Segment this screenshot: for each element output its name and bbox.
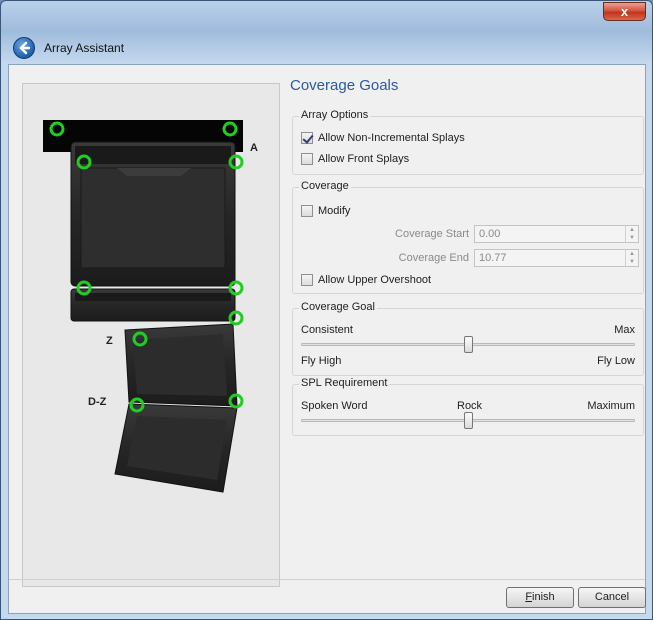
checkbox-label: Allow Non-Incremental Splays — [318, 132, 465, 144]
cabinet-second — [70, 288, 236, 322]
coverage-start-label: Coverage Start — [395, 228, 469, 240]
checkbox-label: Allow Upper Overshoot — [318, 274, 432, 286]
group-title: Coverage — [299, 180, 351, 192]
checkbox-box[interactable] — [301, 132, 313, 144]
cabinet-label-z: Z — [106, 335, 113, 347]
checkbox-box[interactable] — [301, 153, 313, 165]
spin-up-icon[interactable]: ▲ — [626, 226, 638, 234]
page-title: Coverage Goals — [290, 77, 399, 94]
modify-checkbox[interactable]: Modify — [301, 205, 350, 217]
rigging-point-marker — [228, 280, 244, 296]
back-arrow-icon — [19, 41, 31, 55]
spin-down-icon[interactable]: ▼ — [626, 234, 638, 242]
spl-requirement-group: SPL Requirement Spoken Word Rock Maximum — [292, 377, 644, 436]
array-preview-drawing — [43, 120, 244, 493]
spin-up-icon[interactable]: ▲ — [626, 250, 638, 258]
slider-label-left-bottom: Fly High — [301, 355, 342, 367]
cabinet-label-dz: D-Z — [88, 396, 107, 408]
coverage-start-input[interactable]: 0.00 ▲ ▼ — [474, 225, 639, 243]
window-title: Array Assistant — [44, 41, 125, 55]
allow-front-splays-checkbox[interactable]: Allow Front Splays — [301, 153, 409, 165]
cabinet-z — [124, 323, 238, 407]
coverage-goal-group: Coverage Goal Consistent Max Fly High Fl… — [292, 301, 644, 376]
slider-label-right: Maximum — [587, 400, 635, 412]
slider-label-left: Spoken Word — [301, 400, 368, 412]
allow-upper-overshoot-checkbox[interactable]: Allow Upper Overshoot — [301, 274, 431, 286]
finish-label: inish — [532, 591, 555, 603]
allow-non-incremental-splays-checkbox[interactable]: Allow Non-Incremental Splays — [301, 132, 465, 144]
group-title: Array Options — [299, 109, 371, 121]
spin-arrows[interactable]: ▲ ▼ — [625, 226, 638, 242]
cabinet-top — [70, 141, 236, 287]
spin-arrows[interactable]: ▲ ▼ — [625, 250, 638, 266]
coverage-group: Coverage Modify Coverage Start 0.00 ▲ ▼ C… — [292, 180, 644, 294]
checkbox-box[interactable] — [301, 274, 313, 286]
back-button[interactable] — [13, 37, 35, 59]
group-title: SPL Requirement — [299, 377, 390, 389]
coverage-start-value: 0.00 — [479, 228, 501, 240]
array-options-group: Array Options Allow Non-Incremental Spla… — [292, 109, 644, 175]
button-bar: Finish Cancel — [9, 579, 646, 613]
finish-button[interactable]: Finish — [506, 587, 574, 608]
close-icon: x — [620, 4, 629, 19]
spl-requirement-slider-thumb[interactable] — [464, 412, 473, 429]
slider-label-right-bottom: Fly Low — [597, 355, 635, 367]
array-preview: A Z D-Z — [22, 83, 280, 587]
checkbox-label: Modify — [318, 205, 351, 217]
coverage-end-label: Coverage End — [398, 252, 469, 264]
group-title: Coverage Goal — [299, 301, 377, 313]
window: x Array Assistant A Z D-Z Coverage Goals… — [0, 0, 653, 620]
slider-label-center: Rock — [457, 400, 483, 412]
coverage-end-value: 10.77 — [479, 252, 507, 264]
slider-label-right-top: Max — [614, 324, 635, 336]
checkbox-label: Allow Front Splays — [318, 153, 410, 165]
cabinet-dz — [114, 403, 238, 493]
coverage-end-input[interactable]: 10.77 ▲ ▼ — [474, 249, 639, 267]
cancel-button[interactable]: Cancel — [578, 587, 646, 608]
coverage-goal-slider-thumb[interactable] — [464, 336, 473, 353]
slider-label-left-top: Consistent — [301, 324, 353, 336]
spin-down-icon[interactable]: ▼ — [626, 258, 638, 266]
dialog-body: A Z D-Z Coverage Goals Array Options All… — [8, 64, 646, 614]
cabinet-label-a: A — [250, 142, 258, 154]
close-button[interactable]: x — [603, 2, 646, 21]
title-bar: x Array Assistant — [1, 1, 652, 63]
checkbox-box[interactable] — [301, 205, 313, 217]
